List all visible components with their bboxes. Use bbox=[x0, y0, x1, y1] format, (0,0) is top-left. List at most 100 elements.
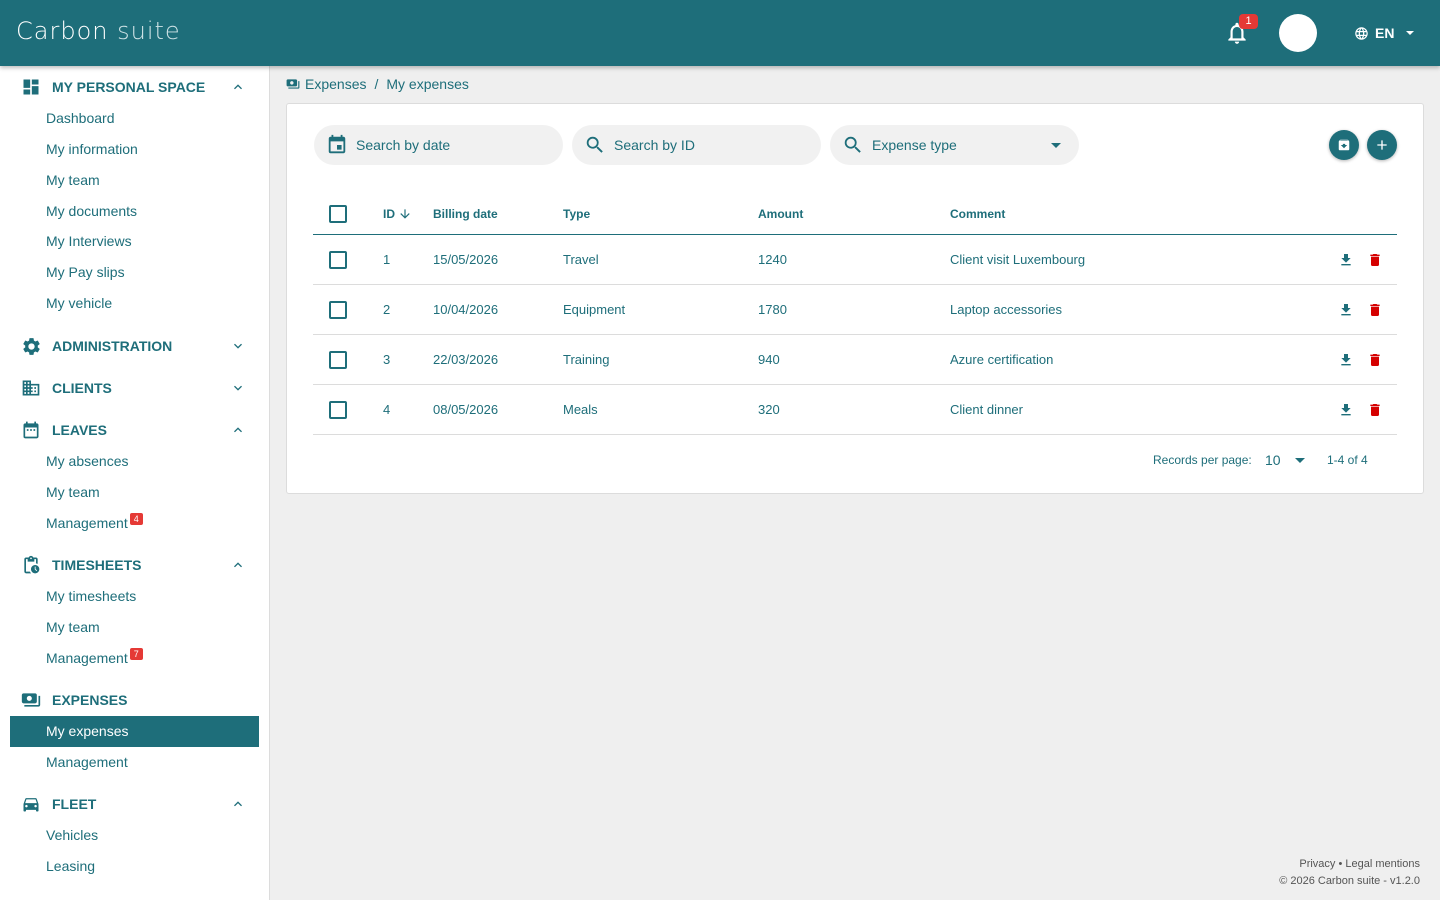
breadcrumb-current: My expenses bbox=[386, 76, 469, 92]
sidebar-item-timesheets-management[interactable]: Management 7 bbox=[46, 648, 143, 668]
sidebar-item-my-documents[interactable]: My documents bbox=[46, 201, 137, 221]
user-avatar[interactable] bbox=[1279, 14, 1317, 52]
expense-type-select[interactable]: Expense type bbox=[830, 125, 1079, 165]
date-search-placeholder: Search by date bbox=[356, 137, 451, 153]
sidebar-item-my-vehicle[interactable]: My vehicle bbox=[46, 293, 112, 313]
records-per-page-label: Records per page: bbox=[1153, 453, 1252, 467]
table-header: ID Billing date Type Amount Comment bbox=[313, 193, 1397, 235]
section-expenses[interactable]: EXPENSES bbox=[20, 689, 260, 711]
row-select-cell bbox=[329, 385, 347, 434]
download-icon[interactable] bbox=[1338, 251, 1354, 269]
records-per-page-select[interactable]: 10 bbox=[1265, 450, 1305, 470]
table-row[interactable]: 1 15/05/2026 Travel 1240 Client visit Lu… bbox=[313, 235, 1397, 285]
sidebar-item-leaves-my-team[interactable]: My team bbox=[46, 482, 100, 502]
sidebar-item-leasing[interactable]: Leasing bbox=[46, 856, 95, 876]
sidebar-item-vehicles[interactable]: Vehicles bbox=[46, 825, 98, 845]
section-title: MY PERSONAL SPACE bbox=[52, 79, 206, 95]
archive-button[interactable] bbox=[1329, 130, 1359, 160]
column-amount[interactable]: Amount bbox=[758, 193, 803, 234]
chevron-down-icon[interactable] bbox=[230, 338, 246, 354]
add-expense-button[interactable] bbox=[1367, 130, 1397, 160]
sidebar-item-my-absences[interactable]: My absences bbox=[46, 451, 128, 471]
section-fleet[interactable]: FLEET bbox=[20, 793, 260, 815]
caret-down-icon bbox=[1406, 31, 1415, 35]
table-row[interactable]: 3 22/03/2026 Training 940 Azure certific… bbox=[313, 335, 1397, 385]
row-checkbox[interactable] bbox=[329, 300, 347, 319]
trash-icon[interactable] bbox=[1367, 301, 1383, 319]
column-id[interactable]: ID bbox=[383, 193, 412, 234]
footer-links[interactable]: Privacy • Legal mentions bbox=[1299, 858, 1420, 870]
brand-name: Carbon bbox=[16, 17, 109, 45]
chevron-up-icon[interactable] bbox=[230, 796, 246, 812]
chevron-up-icon[interactable] bbox=[230, 79, 246, 95]
cell-amount: 940 bbox=[758, 352, 780, 367]
row-select-cell bbox=[329, 335, 347, 384]
column-type[interactable]: Type bbox=[563, 193, 590, 234]
cell-id: 1 bbox=[383, 252, 391, 267]
sidebar-item-timesheets-my-team[interactable]: My team bbox=[46, 617, 100, 637]
search-icon bbox=[586, 136, 603, 153]
section-title: EXPENSES bbox=[52, 692, 128, 708]
sidebar-item-my-interviews[interactable]: My Interviews bbox=[46, 231, 132, 251]
sidebar-item-leaves-management[interactable]: Management 4 bbox=[46, 513, 143, 533]
select-all-checkbox[interactable] bbox=[329, 204, 347, 223]
breadcrumb-separator: / bbox=[374, 76, 379, 92]
date-search-field[interactable]: Search by date bbox=[314, 125, 563, 165]
id-search-placeholder: Search by ID bbox=[614, 137, 695, 153]
download-icon[interactable] bbox=[1338, 401, 1354, 419]
sidebar-item-my-team[interactable]: My team bbox=[46, 170, 100, 190]
brand-suffix: suite bbox=[117, 17, 181, 45]
count-badge: 4 bbox=[129, 513, 143, 525]
count-badge: 7 bbox=[129, 648, 143, 660]
cell-amount: 1780 bbox=[758, 302, 787, 317]
chevron-down-icon[interactable] bbox=[230, 380, 246, 396]
section-my-personal-space[interactable]: MY PERSONAL SPACE bbox=[20, 76, 260, 98]
app-logo[interactable]: Carbon suite bbox=[16, 17, 181, 45]
gear-icon bbox=[20, 335, 42, 357]
section-leaves[interactable]: LEAVES bbox=[20, 419, 260, 441]
column-comment[interactable]: Comment bbox=[950, 193, 1005, 234]
row-select-cell bbox=[329, 235, 347, 284]
cell-type: Training bbox=[563, 352, 610, 367]
language-selector[interactable]: EN bbox=[1354, 25, 1415, 41]
sidebar-item-my-expenses[interactable]: My expenses bbox=[10, 716, 259, 747]
row-checkbox[interactable] bbox=[329, 350, 347, 369]
sidebar-item-dashboard[interactable]: Dashboard bbox=[46, 108, 115, 128]
sidebar-item-my-timesheets[interactable]: My timesheets bbox=[46, 586, 136, 606]
cell-type: Travel bbox=[563, 252, 599, 267]
cell-id: 4 bbox=[383, 402, 391, 417]
chevron-up-icon[interactable] bbox=[230, 557, 246, 573]
column-billing-date[interactable]: Billing date bbox=[433, 193, 498, 234]
chevron-up-icon[interactable] bbox=[230, 422, 246, 438]
trash-icon[interactable] bbox=[1367, 251, 1383, 269]
calendar-icon bbox=[20, 419, 42, 441]
trash-icon[interactable] bbox=[1367, 401, 1383, 419]
cell-amount: 320 bbox=[758, 402, 780, 417]
trash-icon[interactable] bbox=[1367, 351, 1383, 369]
cell-type: Meals bbox=[563, 402, 598, 417]
plus-icon bbox=[1377, 140, 1387, 150]
section-administration[interactable]: ADMINISTRATION bbox=[20, 335, 260, 357]
section-title: ADMINISTRATION bbox=[52, 338, 173, 354]
section-title: FLEET bbox=[52, 796, 97, 812]
cell-comment: Client visit Luxembourg bbox=[950, 252, 1086, 267]
footer-copyright: © 2026 Carbon suite - v1.2.0 bbox=[1279, 875, 1420, 887]
sidebar-item-my-pay-slips[interactable]: My Pay slips bbox=[46, 262, 125, 282]
section-clients[interactable]: CLIENTS bbox=[20, 377, 260, 399]
id-search-field[interactable]: Search by ID bbox=[572, 125, 821, 165]
search-icon bbox=[844, 136, 861, 153]
select-all-cell bbox=[329, 193, 347, 234]
row-checkbox[interactable] bbox=[329, 250, 347, 269]
section-timesheets[interactable]: TIMESHEETS bbox=[20, 554, 260, 576]
sidebar-item-my-information[interactable]: My information bbox=[46, 139, 138, 159]
table-row[interactable]: 2 10/04/2026 Equipment 1780 Laptop acces… bbox=[313, 285, 1397, 335]
table-row[interactable]: 4 08/05/2026 Meals 320 Client dinner bbox=[313, 385, 1397, 435]
breadcrumb: Expenses / My expenses bbox=[286, 76, 469, 92]
download-icon[interactable] bbox=[1338, 301, 1354, 319]
breadcrumb-parent[interactable]: Expenses bbox=[305, 76, 366, 92]
download-icon[interactable] bbox=[1338, 351, 1354, 369]
sidebar-item-expenses-management[interactable]: Management bbox=[46, 752, 128, 772]
caret-down-icon bbox=[1051, 143, 1061, 148]
row-checkbox[interactable] bbox=[329, 400, 347, 419]
cell-billing-date: 15/05/2026 bbox=[433, 252, 499, 267]
